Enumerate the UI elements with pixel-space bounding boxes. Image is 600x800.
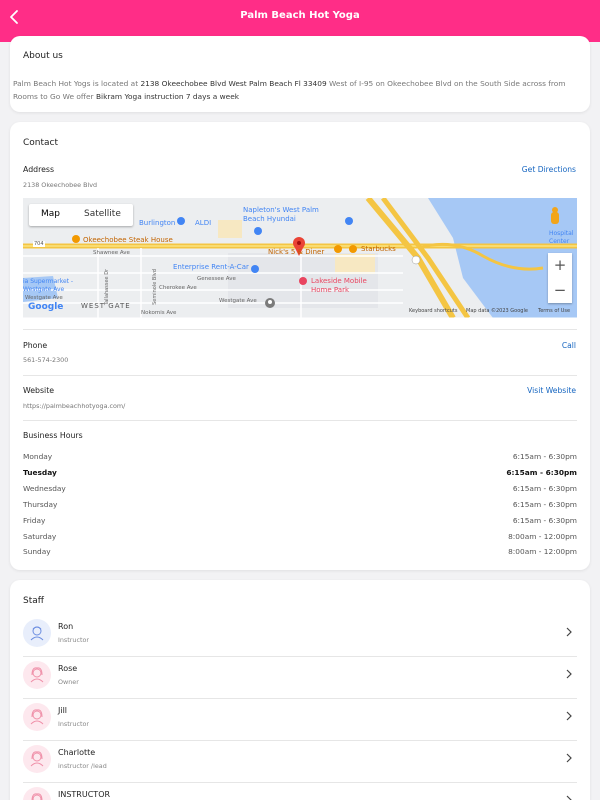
about-text-part: We offer: [62, 92, 96, 101]
staff-name: Charlotte: [58, 748, 96, 757]
staff-name: Rose: [58, 664, 78, 673]
map-label-burlington: Burlington: [139, 219, 176, 227]
hours-day: Tuesday: [23, 468, 57, 477]
hours-row-tuesday: Tuesday 6:15am - 6:30pm: [23, 468, 577, 480]
map-label-lakeside: Lakeside Mobile Home Park: [311, 277, 367, 294]
map-label-napleton: Napleton's West Palm Beach Hyundai: [243, 206, 319, 223]
hours-row-monday: Monday 6:15am - 6:30pm: [23, 452, 577, 464]
staff-role: Owner: [58, 678, 79, 686]
staff-role: instructor /lead: [58, 762, 107, 770]
map-label-westgate-ave: Westgate Ave: [219, 298, 257, 304]
map-terms-link[interactable]: Terms of Use: [538, 308, 570, 314]
map-label-cherokee: Cherokee Ave: [159, 285, 197, 291]
map-zoom-control: + −: [548, 253, 572, 303]
staff-row[interactable]: Ron Instructor: [23, 615, 577, 657]
chevron-right-icon: [566, 627, 572, 637]
male-avatar-icon: [23, 619, 51, 647]
map-data-credit: Map data ©2023 Google: [466, 308, 528, 314]
staff-name: INSTRUCTOR: [58, 790, 111, 799]
business-hours-title: Business Hours: [23, 431, 83, 440]
divider: [23, 375, 577, 376]
staff-row[interactable]: Charlotte instructor /lead: [23, 741, 577, 783]
hours-row-sunday: Sunday 8:00am - 12:00pm: [23, 547, 577, 559]
map-label-supermarket: ia Supermarket - Westgate Ave: [23, 278, 74, 293]
hours-day: Monday: [23, 452, 53, 461]
map-label-genessee: Genessee Ave: [197, 276, 236, 282]
hours-row-wednesday: Wednesday 6:15am - 6:30pm: [23, 484, 577, 496]
map-label-diner: Nick's 5 & Diner: [268, 248, 325, 256]
hours-time: 6:15am - 6:30pm: [506, 468, 577, 477]
get-directions-link[interactable]: Get Directions: [522, 165, 576, 174]
zoom-in-button[interactable]: +: [548, 253, 572, 278]
staff-title: Staff: [23, 596, 44, 606]
staff-name: Ron: [58, 622, 74, 631]
female-avatar-icon: [23, 661, 51, 689]
chevron-right-icon: [566, 711, 572, 721]
map-view[interactable]: Burlington ALDI Napleton's West Palm Bea…: [23, 198, 577, 318]
hours-row-saturday: Saturday 8:00am - 12:00pm: [23, 532, 577, 544]
map-label-tallahassee: Tallahassee Dr: [104, 268, 111, 306]
staff-role: Instructor: [58, 720, 90, 728]
map-label-seminole: Seminole Blvd: [151, 269, 158, 305]
map-label-aldi: ALDI: [195, 219, 212, 227]
hours-time: 6:15am - 6:30pm: [512, 516, 577, 525]
address-label: Address: [23, 165, 55, 174]
staff-card: Staff Ron Instructor Rose Owner Jill Ins…: [10, 580, 590, 800]
website-value: https://palmbeachhotyoga.com/: [23, 402, 126, 410]
map-type-map-button[interactable]: Map: [29, 204, 72, 226]
zoom-out-button[interactable]: −: [548, 278, 572, 303]
about-text-part: Palm Beach Hot Yogs is located at: [13, 79, 141, 88]
hours-row-thursday: Thursday 6:15am - 6:30pm: [23, 500, 577, 512]
google-logo: Google: [28, 302, 64, 312]
divider: [23, 329, 577, 330]
phone-value: 561-574-2300: [23, 356, 69, 364]
map-label-westgate-ave-2: Westgate Ave: [25, 295, 63, 301]
hours-day: Wednesday: [23, 484, 66, 493]
staff-role: Instructor: [58, 636, 90, 644]
hours-day: Sunday: [23, 547, 51, 556]
about-title: About us: [23, 51, 63, 61]
map-type-satellite-button[interactable]: Satellite: [72, 204, 133, 226]
map-label-nokomis: Nokomis Ave: [141, 310, 177, 316]
map-label-shawnee: Shawnee Ave: [93, 250, 130, 256]
website-label: Website: [23, 386, 55, 395]
page-title: Palm Beach Hot Yoga: [240, 10, 360, 21]
female-avatar-icon: [23, 745, 51, 773]
phone-label: Phone: [23, 341, 48, 350]
chevron-right-icon: [566, 795, 572, 800]
hours-time: 6:15am - 6:30pm: [512, 484, 577, 493]
contact-card: Contact Address 2138 Okeechobee Blvd Get…: [10, 122, 590, 570]
hours-day: Saturday: [23, 532, 57, 541]
address-value: 2138 Okeechobee Blvd: [23, 181, 98, 189]
hours-row-friday: Friday 6:15am - 6:30pm: [23, 516, 577, 528]
chevron-right-icon: [566, 753, 572, 763]
map-label-enterprise: Enterprise Rent-A-Car: [173, 263, 249, 271]
chevron-right-icon: [566, 669, 572, 679]
staff-row[interactable]: Rose Owner: [23, 657, 577, 699]
call-link[interactable]: Call: [562, 341, 576, 350]
hours-time: 6:15am - 6:30pm: [512, 452, 577, 461]
about-address-text: 2138 Okeechobee Blvd West Palm Beach Fl …: [140, 79, 327, 88]
hours-time: 8:00am - 12:00pm: [508, 547, 577, 556]
visit-website-link[interactable]: Visit Website: [527, 386, 576, 395]
map-label-704: 704: [33, 241, 45, 247]
hours-time: 8:00am - 12:00pm: [508, 532, 577, 541]
hours-day: Friday: [23, 516, 46, 525]
contact-title: Contact: [23, 138, 59, 148]
staff-row[interactable]: Jill Instructor: [23, 699, 577, 741]
divider: [23, 420, 577, 421]
hours-time: 6:15am - 6:30pm: [512, 500, 577, 509]
about-text: Palm Beach Hot Yogs is located at 2138 O…: [13, 77, 568, 103]
map-label-steak-house: Okeechobee Steak House: [83, 236, 173, 244]
map-label-starbucks: Starbucks: [361, 245, 396, 253]
about-offer-text: Bikram Yoga instruction 7 days a week: [95, 92, 240, 101]
female-avatar-icon: [23, 787, 51, 800]
staff-row[interactable]: INSTRUCTOR: [23, 783, 577, 800]
map-label-hospital: Hospital Center: [549, 230, 574, 245]
hours-day: Thursday: [23, 500, 58, 509]
map-type-toggle: Map Satellite: [29, 204, 133, 226]
female-avatar-icon: [23, 703, 51, 731]
map-keyboard-shortcuts[interactable]: Keyboard shortcuts: [409, 308, 457, 314]
staff-name: Jill: [58, 706, 68, 715]
